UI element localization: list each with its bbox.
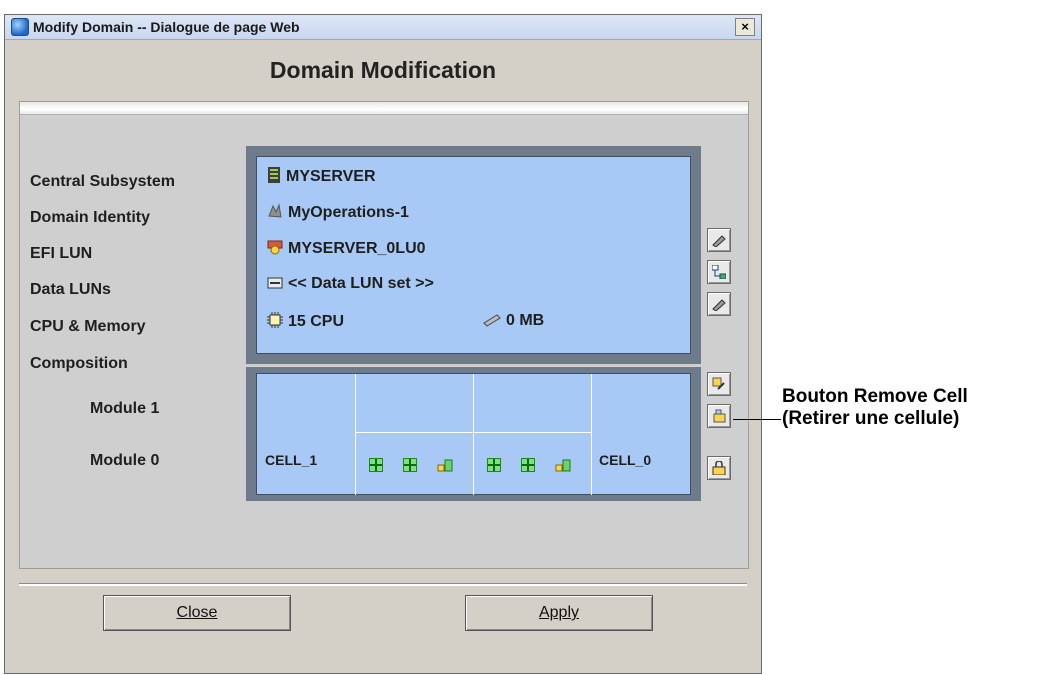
edit-identity-button[interactable]	[707, 228, 731, 252]
tree-icon[interactable]	[555, 456, 571, 472]
cpu-module-icon[interactable]	[487, 458, 501, 472]
server-icon	[268, 167, 280, 183]
edit-icon	[712, 299, 726, 311]
efi-lun-text: MYSERVER_0LU0	[288, 240, 426, 257]
label-central-subsystem: Central Subsystem	[30, 173, 175, 190]
memory-text: 0 MB	[506, 312, 545, 329]
panel-header-strip	[20, 102, 748, 115]
remove-cell-callout: Bouton Remove Cell (Retirer une cellule)	[782, 386, 968, 430]
callout-line-1: Bouton Remove Cell	[782, 386, 968, 407]
domain-info-area: MYSERVER MyOperations-1 MYSERVER_0LU0 <<…	[256, 156, 691, 354]
edit-efi-lun-button[interactable]	[707, 260, 731, 284]
add-cell-icon	[712, 377, 725, 390]
composition-frame: CELL_1 CELL_0	[246, 367, 701, 501]
tree-icon[interactable]	[437, 456, 453, 472]
memory-value[interactable]: 0 MB	[483, 312, 544, 330]
window-title: Modify Domain -- Dialogue de page Web	[33, 19, 300, 35]
modify-domain-dialog: Modify Domain -- Dialogue de page Web × …	[4, 14, 762, 674]
central-subsystem-value[interactable]: MYSERVER	[267, 167, 376, 186]
close-button-label: Close	[176, 604, 218, 621]
cpu-module-icon[interactable]	[403, 458, 417, 472]
cpu-module-icon[interactable]	[521, 458, 535, 472]
identity-icon	[268, 203, 282, 218]
remove-cell-button[interactable]	[707, 404, 731, 428]
domain-identity-value[interactable]: MyOperations-1	[267, 203, 409, 222]
callout-pointer	[733, 419, 781, 420]
apply-button-label: Apply	[538, 604, 580, 621]
label-composition: Composition	[30, 355, 128, 372]
page-title: Domain Modification	[269, 57, 497, 83]
efi-lun-icon	[267, 240, 283, 255]
edit-data-luns-button[interactable]	[707, 292, 731, 316]
remove-cell-icon	[713, 409, 726, 423]
label-efi-lun: EFI LUN	[30, 245, 93, 262]
cell-0-label[interactable]: CELL_0	[599, 452, 651, 468]
label-data-luns: Data LUNs	[30, 281, 111, 298]
lock-icon	[712, 461, 726, 475]
label-module-0: Module 0	[90, 452, 160, 469]
domain-identity-text: MyOperations-1	[288, 204, 409, 221]
data-lun-icon	[267, 277, 283, 289]
domain-info-frame: MYSERVER MyOperations-1 MYSERVER_0LU0 <<…	[246, 146, 701, 364]
close-window-button[interactable]: ×	[735, 18, 755, 36]
ie-globe-icon	[11, 18, 29, 36]
callout-line-2: (Retirer une cellule)	[782, 408, 960, 429]
label-domain-identity: Domain Identity	[30, 209, 151, 226]
cpu-icon	[267, 312, 283, 328]
domain-panel: Central Subsystem Domain Identity EFI LU…	[19, 101, 749, 569]
cpu-text: 15 CPU	[288, 313, 345, 330]
data-luns-value[interactable]: << Data LUN set >>	[267, 275, 434, 293]
label-module-1: Module 1	[90, 400, 160, 417]
add-cell-button[interactable]	[707, 372, 731, 396]
efi-lun-value[interactable]: MYSERVER_0LU0	[267, 239, 426, 258]
close-button[interactable]: Close	[103, 595, 291, 631]
cpu-module-icon[interactable]	[369, 458, 383, 472]
footer-separator	[19, 583, 747, 586]
lock-button[interactable]	[707, 456, 731, 480]
memory-icon	[483, 314, 501, 327]
network-icon	[712, 265, 726, 279]
apply-button[interactable]: Apply	[465, 595, 653, 631]
composition-area: CELL_1 CELL_0	[256, 373, 691, 495]
data-luns-text: << Data LUN set >>	[288, 275, 434, 292]
cell-1-label[interactable]: CELL_1	[265, 452, 317, 468]
label-cpu-memory: CPU & Memory	[30, 318, 146, 335]
central-subsystem-text: MYSERVER	[286, 168, 376, 185]
title-bar: Modify Domain -- Dialogue de page Web ×	[5, 15, 761, 40]
edit-icon	[712, 235, 726, 247]
cpu-value[interactable]: 15 CPU	[267, 312, 344, 331]
